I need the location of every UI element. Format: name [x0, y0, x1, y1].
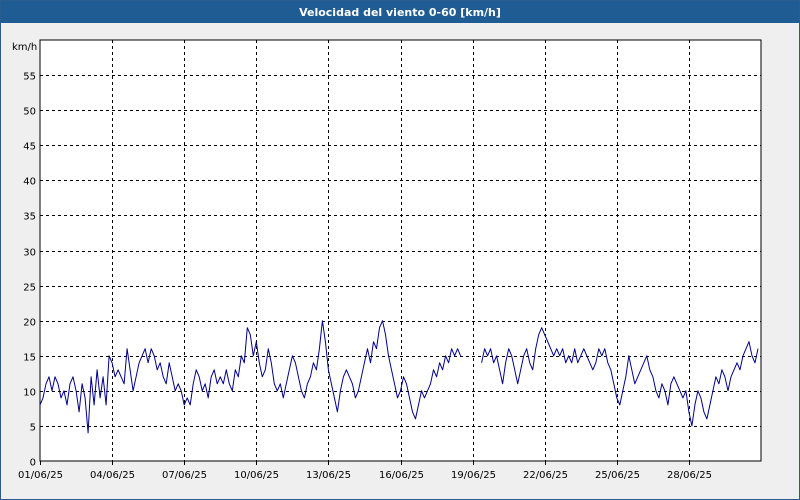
x-tick-label: 01/06/25 — [18, 470, 63, 481]
plot-area — [39, 39, 762, 462]
x-tick-label: 16/06/25 — [379, 470, 424, 481]
y-tick-label: 15 — [23, 353, 36, 364]
x-tick-label: 13/06/25 — [306, 470, 351, 481]
wind-speed-chart: 0 5 10 15 20 25 30 35 40 45 50 55 01/06/25 04/06/25 07… — [12, 39, 762, 481]
x-tick-label: 04/06/25 — [90, 470, 135, 481]
y-tick-label: 40 — [23, 177, 36, 188]
y-tick-label: 50 — [23, 107, 36, 118]
y-tick-label: 0 — [30, 458, 36, 469]
y-tick-label: 45 — [23, 142, 36, 153]
y-tick-label: 20 — [23, 318, 36, 329]
x-tick-label: 28/06/25 — [667, 470, 712, 481]
y-tick-label: 35 — [23, 212, 36, 223]
y-tick-label: 30 — [23, 248, 36, 259]
y-tick-label: 5 — [30, 423, 36, 434]
x-tick-label: 07/06/25 — [162, 470, 207, 481]
x-tick-label: 22/06/25 — [523, 470, 568, 481]
y-tick-label: 25 — [23, 283, 36, 294]
x-tick-label: 10/06/25 — [234, 470, 279, 481]
y-tick-label: 55 — [23, 72, 36, 83]
y-tick-label: 10 — [23, 388, 36, 399]
y-axis-label: km/h — [12, 42, 37, 53]
x-tick-label: 25/06/25 — [595, 470, 640, 481]
x-tick-label: 19/06/25 — [451, 470, 496, 481]
